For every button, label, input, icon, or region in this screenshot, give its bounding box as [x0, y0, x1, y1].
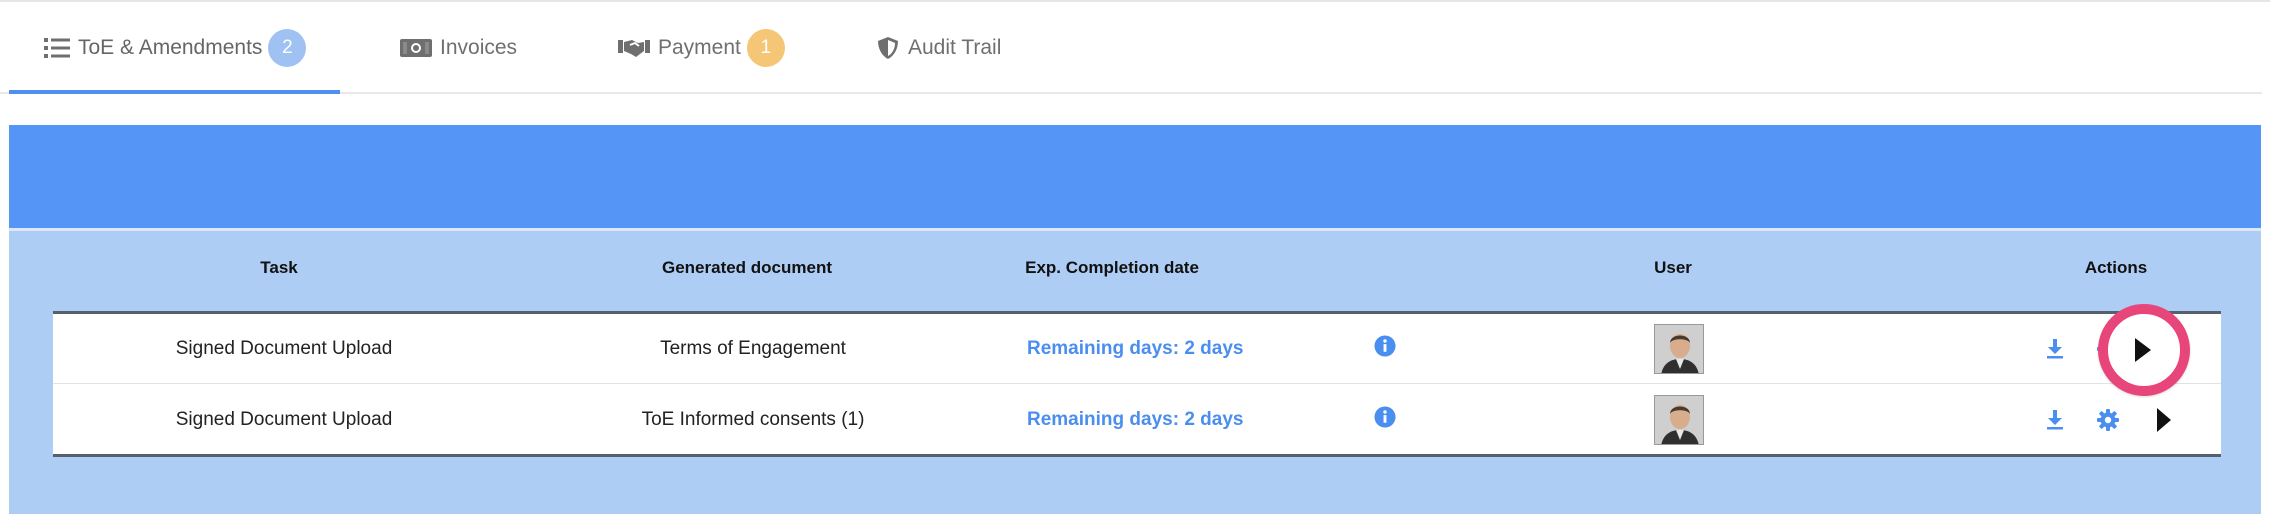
- column-header-document: Generated document: [661, 258, 833, 277]
- download-icon[interactable]: [2046, 338, 2064, 359]
- tasks-table: Signed Document Upload Terms of Engageme…: [53, 311, 2221, 457]
- panel-header: [9, 125, 2261, 228]
- task-cell: Signed Document Upload: [175, 337, 393, 359]
- column-header-user: User: [1654, 258, 1692, 277]
- panel-divider: [9, 228, 2261, 231]
- shield-icon: [876, 36, 900, 60]
- avatar: [1654, 323, 1704, 374]
- task-cell: Signed Document Upload: [175, 409, 393, 430]
- count-badge: 2: [268, 29, 307, 67]
- document-cell: ToE Informed consents (1): [641, 409, 865, 430]
- handshake-icon: [618, 37, 650, 59]
- document-cell: Terms of Engagement: [660, 337, 846, 359]
- tasks-panel: Task Generated document Exp. Completion …: [9, 125, 2261, 514]
- remaining-days: Remaining days: 2 days: [1027, 409, 1244, 430]
- tab-invoices[interactable]: Invoices: [400, 2, 517, 94]
- active-tab-indicator: [9, 90, 340, 94]
- tab-bar: ToE & Amendments 2 Invoices Payment 1 Au…: [0, 2, 2262, 94]
- play-icon[interactable]: [2156, 407, 2172, 433]
- tab-label: Invoices: [440, 36, 518, 59]
- column-header-completion: Exp. Completion date: [1025, 258, 1199, 277]
- money-bill-icon: [400, 37, 432, 59]
- table-row: Signed Document Upload Terms of Engageme…: [53, 314, 2221, 384]
- gear-icon[interactable]: [2096, 408, 2120, 432]
- tab-audit-trail[interactable]: Audit Trail: [876, 2, 1001, 94]
- tab-label: ToE & Amendments: [78, 36, 263, 59]
- column-header-actions: Actions: [2084, 258, 2148, 277]
- tab-label: Audit Trail: [908, 36, 1002, 59]
- info-icon[interactable]: [1374, 334, 1397, 363]
- info-icon[interactable]: [1374, 406, 1397, 435]
- tab-toe-amendments[interactable]: ToE & Amendments 2: [44, 2, 307, 94]
- download-icon[interactable]: [2046, 410, 2064, 430]
- count-badge: 1: [746, 29, 785, 67]
- avatar: [1654, 395, 1704, 445]
- table-row: Signed Document Upload ToE Informed cons…: [53, 385, 2221, 455]
- play-icon: [2135, 338, 2151, 362]
- play-button-highlight[interactable]: [2098, 304, 2190, 396]
- column-header-task: Task: [260, 258, 298, 277]
- tab-payment[interactable]: Payment 1: [618, 2, 785, 94]
- remaining-days: Remaining days: 2 days: [1027, 337, 1244, 359]
- tab-label: Payment: [658, 36, 741, 59]
- list-icon: [44, 37, 70, 59]
